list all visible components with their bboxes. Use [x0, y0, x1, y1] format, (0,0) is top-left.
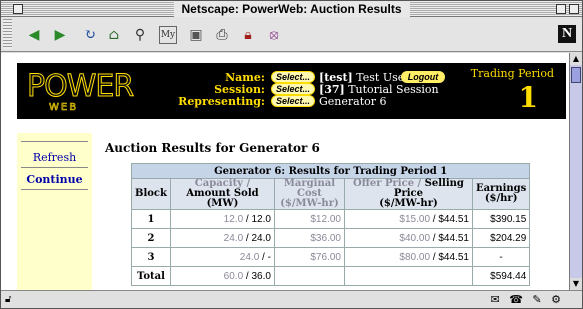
total-row: Total 60.0 / 36.0 $594.44: [131, 266, 531, 286]
collapse-box[interactable]: [569, 4, 579, 14]
total-capacity-cell: 60.0 / 36.0: [169, 266, 275, 286]
representing-select-button[interactable]: Select...: [271, 95, 315, 107]
mc-unit: ($/MW-hr): [280, 198, 339, 209]
marginal-cost-cell: $36.00: [273, 228, 345, 248]
component-bar-icons[interactable]: ✉ ☎ ✎ ⚙: [491, 293, 565, 306]
col-price: Offer Price / Selling Price ($/MW-hr): [343, 178, 473, 210]
trading-period-label: Trading Period: [470, 67, 554, 80]
table-row: 2 24.0 / 24.0 $36.00 $40.00 / $44.51 $20…: [131, 228, 531, 248]
price-cell: $40.00 / $44.51: [343, 228, 473, 248]
scroll-down-arrow-icon[interactable]: ▼: [570, 278, 582, 290]
zoom-box[interactable]: [556, 4, 566, 14]
toolbar-grip[interactable]: [3, 19, 12, 49]
earnings-cell: $204.29: [471, 228, 531, 248]
netscape-logo[interactable]: N: [558, 25, 576, 43]
table-row: 3 24.0 / - $76.00 $80.00 / $44.51 -: [131, 247, 531, 267]
search-icon[interactable]: ⚲: [131, 26, 149, 44]
earnings-unit: ($/hr): [484, 193, 518, 204]
table-caption: Generator 6: Results for Trading Period …: [130, 163, 531, 179]
capacity-cell: 24.0 / 24.0: [169, 228, 275, 248]
browser-window: Netscape: PowerWeb: Auction Results ◀ ▶ …: [0, 0, 583, 309]
price-cell: $15.00 / $44.51: [343, 209, 473, 229]
continue-link[interactable]: Continue: [21, 173, 88, 186]
col-earnings: Earnings ($/hr): [471, 178, 531, 210]
left-nav: Refresh Continue: [17, 133, 92, 290]
nav-divider: [21, 167, 88, 168]
powerweb-banner: POWER WEB Name: Select... [test] Test Us…: [17, 63, 566, 119]
representing-label: Representing:: [178, 95, 265, 108]
logout-button[interactable]: Logout: [401, 71, 445, 83]
representing-value: Generator 6: [319, 95, 387, 108]
total-label: Total: [131, 266, 171, 286]
marginal-cost-cell: $76.00: [273, 247, 345, 267]
earnings-cell: -: [471, 247, 531, 267]
scroll-thumb[interactable]: [571, 67, 581, 83]
refresh-link[interactable]: Refresh: [21, 151, 88, 164]
block-cell: 2: [131, 228, 171, 248]
earnings-cell: $390.15: [471, 209, 531, 229]
price-cell: $80.00 / $44.51: [343, 247, 473, 267]
mw-unit: (MW): [206, 198, 239, 209]
forward-icon[interactable]: ▶: [51, 26, 69, 44]
marginal-cost-header: Marginal Cost: [283, 178, 336, 199]
vertical-scrollbar[interactable]: ▲ ▼: [569, 53, 582, 290]
security-icon[interactable]: 🔒︎: [239, 26, 257, 44]
trading-period-number: 1: [518, 81, 538, 114]
page-heading: Auction Results for Generator 6: [105, 141, 320, 155]
images-icon[interactable]: ▣: [187, 26, 205, 44]
navigation-toolbar: ◀ ▶ ↻ ⌂ ⚲ My ▣ ⎙ 🔒︎ ⦻ N: [1, 17, 582, 52]
title-bar[interactable]: Netscape: PowerWeb: Auction Results: [1, 1, 582, 17]
total-earnings-cell: $594.44: [471, 266, 531, 286]
block-cell: 1: [131, 209, 171, 229]
stop-icon[interactable]: ⦻: [265, 26, 283, 44]
table-row: 1 12.0 / 12.0 $12.00 $15.00 / $44.51 $39…: [131, 209, 531, 229]
print-icon[interactable]: ⎙: [213, 26, 231, 44]
close-box[interactable]: [13, 4, 23, 14]
block-cell: 3: [131, 247, 171, 267]
empty-cell: [343, 266, 473, 286]
nav-divider: [21, 189, 88, 190]
nav-divider: [21, 141, 88, 142]
col-capacity: Capacity / Amount Sold (MW): [169, 178, 275, 210]
back-icon[interactable]: ◀: [25, 26, 43, 44]
results-table: Generator 6: Results for Trading Period …: [130, 163, 531, 286]
table-header-row: Block Capacity / Amount Sold (MW) Margina…: [131, 178, 531, 210]
status-bar: 🔓︎ ✉ ☎ ✎ ⚙: [1, 290, 582, 308]
window-title: Netscape: PowerWeb: Auction Results: [173, 1, 410, 17]
capacity-cell: 24.0 / -: [169, 247, 275, 267]
reload-icon[interactable]: ↻: [81, 26, 99, 44]
empty-cell: [273, 266, 345, 286]
marginal-cost-cell: $12.00: [273, 209, 345, 229]
name-select-button[interactable]: Select...: [271, 71, 315, 83]
home-icon[interactable]: ⌂: [105, 26, 123, 44]
col-block: Block: [131, 178, 171, 210]
session-select-button[interactable]: Select...: [271, 83, 315, 95]
price-unit: ($/MW-hr): [379, 198, 438, 209]
mynetscape-icon[interactable]: My: [159, 26, 177, 44]
scroll-up-arrow-icon[interactable]: ▲: [570, 53, 582, 65]
col-marginal-cost: Marginal Cost ($/MW-hr): [273, 178, 345, 210]
security-lock-icon[interactable]: 🔓︎: [5, 294, 11, 305]
page-content: POWER WEB Name: Select... [test] Test Us…: [1, 53, 569, 290]
capacity-cell: 12.0 / 12.0: [169, 209, 275, 229]
